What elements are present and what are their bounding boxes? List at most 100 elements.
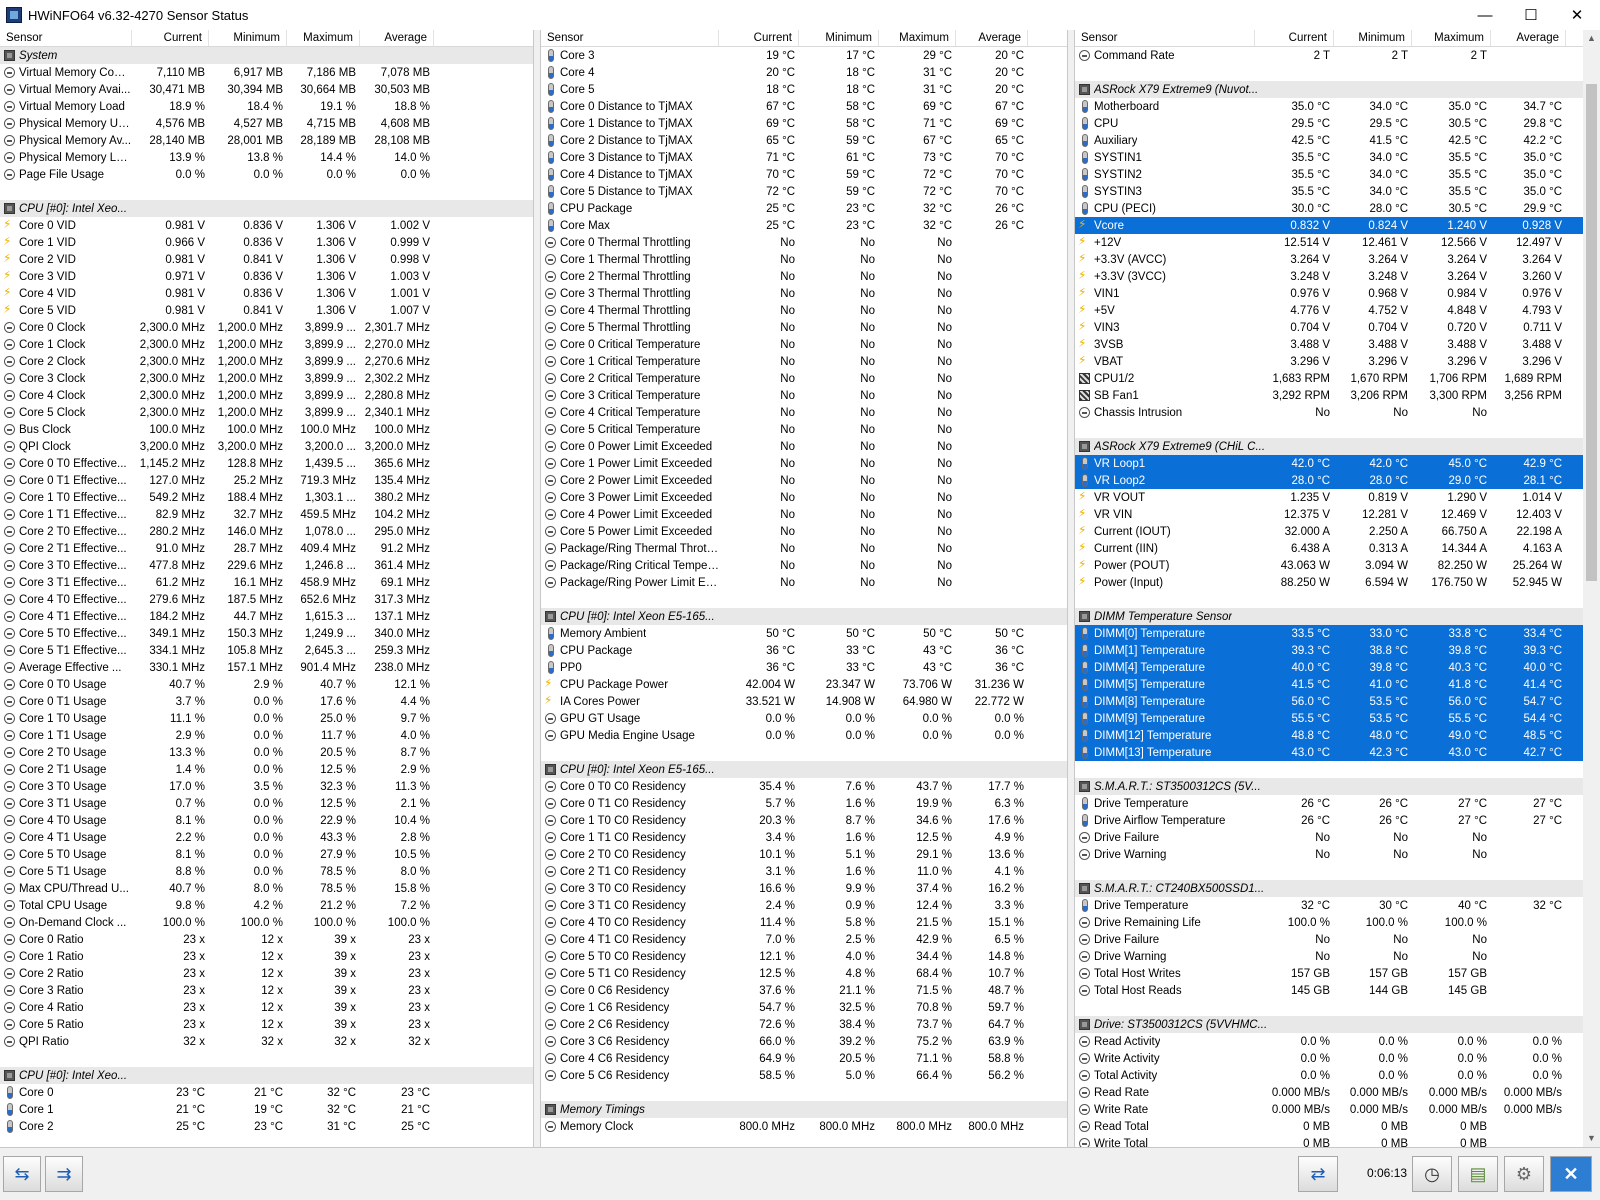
scroll-down-arrow-icon[interactable]: ▼	[1583, 1130, 1600, 1147]
sensor-row[interactable]: PP0 36 °C 33 °C 43 °C 36 °C	[541, 659, 1067, 676]
sensor-row[interactable]: CPU Package 25 °C 23 °C 32 °C 26 °C	[541, 200, 1067, 217]
sensor-group-header[interactable]: CPU [#0]: Intel Xeo...	[0, 1067, 533, 1084]
sensor-row[interactable]: Average Effective ... 330.1 MHz 157.1 MHz 9…	[0, 659, 533, 676]
sensor-row[interactable]: Read Total 0 MB 0 MB 0 MB	[1075, 1118, 1583, 1135]
sensor-row[interactable]: Drive Failure No No No	[1075, 829, 1583, 846]
sensor-row[interactable]: Core 4 VID 0.981 V 0.836 V 1.306 V 1.001 V	[0, 285, 533, 302]
sensor-row[interactable]: Drive Airflow Temperature 26 °C 26 °C 27 °C…	[1075, 812, 1583, 829]
sensor-row[interactable]: Core 0 VID 0.981 V 0.836 V 1.306 V 1.002 V	[0, 217, 533, 234]
sensor-row[interactable]: Core 5 Distance to TjMAX 72 °C 59 °C 72 °C 7…	[541, 183, 1067, 200]
column-header-average[interactable]: Average	[360, 30, 434, 46]
sensor-row[interactable]: Core 0 C6 Residency 37.6 % 21.1 % 71.5 % 48.…	[541, 982, 1067, 999]
sensor-row[interactable]: Core 2 T1 Effective... 91.0 MHz 28.7 MHz 40…	[0, 540, 533, 557]
sensor-row[interactable]: Core 4 T1 C0 Residency 7.0 % 2.5 % 42.9 % 6.…	[541, 931, 1067, 948]
sensor-row[interactable]: Core 2 C6 Residency 72.6 % 38.4 % 73.7 % 64.…	[541, 1016, 1067, 1033]
sensor-row[interactable]: Memory Ambient 50 °C 50 °C 50 °C 50 °C	[541, 625, 1067, 642]
sensor-group-header[interactable]: CPU [#0]: Intel Xeo...	[0, 200, 533, 217]
sensor-row[interactable]: DIMM[8] Temperature 56.0 °C 53.5 °C 56.0 °C…	[1075, 693, 1583, 710]
sensor-row[interactable]: Core 1 Power Limit Exceeded No No No	[541, 455, 1067, 472]
sensor-row[interactable]: Memory Clock 800.0 MHz 800.0 MHz 800.0 MHz 8…	[541, 1118, 1067, 1135]
sensor-row[interactable]: Total CPU Usage 9.8 % 4.2 % 21.2 % 7.2 %	[0, 897, 533, 914]
column-header-average[interactable]: Average	[956, 30, 1028, 46]
sensor-group-header[interactable]: CPU [#0]: Intel Xeon E5-165...	[541, 761, 1067, 778]
sensor-row[interactable]: Core 3 T0 Usage 17.0 % 3.5 % 32.3 % 11.3 %	[0, 778, 533, 795]
close-button[interactable]: ✕	[1550, 1156, 1592, 1192]
sensor-row[interactable]: Core 4 T0 Usage 8.1 % 0.0 % 22.9 % 10.4 %	[0, 812, 533, 829]
sensor-group-header[interactable]: DIMM Temperature Sensor	[1075, 608, 1583, 625]
sensor-row[interactable]: Core 0 23 °C 21 °C 32 °C 23 °C	[0, 1084, 533, 1101]
sensor-row[interactable]: Core 5 T0 Usage 8.1 % 0.0 % 27.9 % 10.5 %	[0, 846, 533, 863]
column-header-minimum[interactable]: Minimum	[209, 30, 287, 46]
column-header-maximum[interactable]: Maximum	[1412, 30, 1491, 46]
column-header-sensor[interactable]: Sensor	[541, 30, 719, 46]
sensor-row[interactable]: GPU GT Usage 0.0 % 0.0 % 0.0 % 0.0 %	[541, 710, 1067, 727]
sensor-row[interactable]: Core 0 T0 C0 Residency 35.4 % 7.6 % 43.7 % 1…	[541, 778, 1067, 795]
minimize-button[interactable]: —	[1462, 0, 1508, 30]
sensor-row[interactable]: Core 3 Thermal Throttling No No No	[541, 285, 1067, 302]
sensor-row[interactable]: DIMM[9] Temperature 55.5 °C 53.5 °C 55.5 °C…	[1075, 710, 1583, 727]
sensor-row[interactable]: Core 0 Power Limit Exceeded No No No	[541, 438, 1067, 455]
sensor-row[interactable]: Core 4 Power Limit Exceeded No No No	[541, 506, 1067, 523]
sensor-row[interactable]: Core 2 Power Limit Exceeded No No No	[541, 472, 1067, 489]
sensor-row[interactable]: Core 2 Critical Temperature No No No	[541, 370, 1067, 387]
sensor-row[interactable]: Motherboard 35.0 °C 34.0 °C 35.0 °C 34.7 °C	[1075, 98, 1583, 115]
sensor-row[interactable]: Read Rate 0.000 MB/s 0.000 MB/s 0.000 MB/s 0…	[1075, 1084, 1583, 1101]
sensor-row[interactable]: CPU (PECI) 30.0 °C 28.0 °C 30.5 °C 29.9 °C	[1075, 200, 1583, 217]
sensor-row[interactable]: Current (IIN) 6.438 A 0.313 A 14.344 A 4.163…	[1075, 540, 1583, 557]
sensor-group-header[interactable]: System	[0, 47, 533, 64]
sensor-row[interactable]: VR Loop2 28.0 °C 28.0 °C 29.0 °C 28.1 °C	[1075, 472, 1583, 489]
sensor-panel-1[interactable]: Sensor Current Minimum Maximum Average System…	[0, 30, 533, 1147]
sensor-row[interactable]: +3.3V (AVCC) 3.264 V 3.264 V 3.264 V 3.264 V	[1075, 251, 1583, 268]
sensor-row[interactable]: Virtual Memory Avai... 30,471 MB 30,394 MB…	[0, 81, 533, 98]
sensor-row[interactable]: Core 1 C6 Residency 54.7 % 32.5 % 70.8 % 59.…	[541, 999, 1067, 1016]
sensor-row[interactable]: Total Host Writes 157 GB 157 GB 157 GB	[1075, 965, 1583, 982]
sensor-row[interactable]: Core 0 T1 Usage 3.7 % 0.0 % 17.6 % 4.4 %	[0, 693, 533, 710]
sensor-row[interactable]: Core 3 Power Limit Exceeded No No No	[541, 489, 1067, 506]
sensor-row[interactable]: Core 1 T1 C0 Residency 3.4 % 1.6 % 12.5 % 4.…	[541, 829, 1067, 846]
nav-forward-button[interactable]: ⇉	[45, 1156, 83, 1192]
sensor-row[interactable]: Core 3 19 °C 17 °C 29 °C 20 °C	[541, 47, 1067, 64]
sensor-row[interactable]: DIMM[4] Temperature 40.0 °C 39.8 °C 40.3 °C…	[1075, 659, 1583, 676]
sensor-row[interactable]: Core 1 Clock 2,300.0 MHz 1,200.0 MHz 3,899.…	[0, 336, 533, 353]
sensor-row[interactable]: Core 3 VID 0.971 V 0.836 V 1.306 V 1.003 V	[0, 268, 533, 285]
sensor-row[interactable]: Core 1 T1 Usage 2.9 % 0.0 % 11.7 % 4.0 %	[0, 727, 533, 744]
sensor-row[interactable]: GPU Media Engine Usage 0.0 % 0.0 % 0.0 % 0.0…	[541, 727, 1067, 744]
sensor-row[interactable]: Current (IOUT) 32.000 A 2.250 A 66.750 A 22.…	[1075, 523, 1583, 540]
sensor-row[interactable]: Drive Remaining Life 100.0 % 100.0 % 100.0 …	[1075, 914, 1583, 931]
sensor-row[interactable]: Core 1 21 °C 19 °C 32 °C 21 °C	[0, 1101, 533, 1118]
nav-back-button[interactable]: ⇆	[3, 1156, 41, 1192]
sensor-row[interactable]: CPU 29.5 °C 29.5 °C 30.5 °C 29.8 °C	[1075, 115, 1583, 132]
sensor-row[interactable]: Core 1 T0 Effective... 549.2 MHz 188.4 MHz…	[0, 489, 533, 506]
sensor-row[interactable]: Core 0 Clock 2,300.0 MHz 1,200.0 MHz 3,899.…	[0, 319, 533, 336]
sensor-row[interactable]: Core 3 Ratio 23 x 12 x 39 x 23 x	[0, 982, 533, 999]
sensor-row[interactable]: Core 3 T1 C0 Residency 2.4 % 0.9 % 12.4 % 3.…	[541, 897, 1067, 914]
sensor-row[interactable]: Max CPU/Thread U... 40.7 % 8.0 % 78.5 % 15.8…	[0, 880, 533, 897]
sensor-row[interactable]: Drive Temperature 32 °C 30 °C 40 °C 32 °C	[1075, 897, 1583, 914]
sensor-panel-2[interactable]: Sensor Current Minimum Maximum Average Core 3…	[541, 30, 1067, 1147]
sensor-row[interactable]: Vcore 0.832 V 0.824 V 1.240 V 0.928 V	[1075, 217, 1583, 234]
sensor-row[interactable]: CPU Package Power 42.004 W 23.347 W 73.706 …	[541, 676, 1067, 693]
sensor-row[interactable]: Page File Usage 0.0 % 0.0 % 0.0 % 0.0 %	[0, 166, 533, 183]
sensor-row[interactable]: Core 5 T1 Usage 8.8 % 0.0 % 78.5 % 8.0 %	[0, 863, 533, 880]
sensor-row[interactable]: 3VSB 3.488 V 3.488 V 3.488 V 3.488 V	[1075, 336, 1583, 353]
sensor-row[interactable]: Core 2 T1 C0 Residency 3.1 % 1.6 % 11.0 % 4.…	[541, 863, 1067, 880]
sensor-row[interactable]: Package/Ring Power Limit Exc... No No No	[541, 574, 1067, 591]
sensor-row[interactable]: QPI Clock 3,200.0 MHz 3,200.0 MHz 3,200.0 .…	[0, 438, 533, 455]
sensor-row[interactable]: Physical Memory Load 13.9 % 13.8 % 14.4 % 14…	[0, 149, 533, 166]
sensor-row[interactable]: Core 5 VID 0.981 V 0.841 V 1.306 V 1.007 V	[0, 302, 533, 319]
sensor-row[interactable]: Core 0 T0 Usage 40.7 % 2.9 % 40.7 % 12.1 %	[0, 676, 533, 693]
sensor-row[interactable]: Core 2 T0 Effective... 280.2 MHz 146.0 MHz…	[0, 523, 533, 540]
sensor-row[interactable]: CPU Package 36 °C 33 °C 43 °C 36 °C	[541, 642, 1067, 659]
sensor-row[interactable]: +12V 12.514 V 12.461 V 12.566 V 12.497 V	[1075, 234, 1583, 251]
sensor-row[interactable]: Chassis Intrusion No No No	[1075, 404, 1583, 421]
sensor-row[interactable]: Core 5 T1 C0 Residency 12.5 % 4.8 % 68.4 % 1…	[541, 965, 1067, 982]
sensor-group-header[interactable]: CPU [#0]: Intel Xeon E5-165...	[541, 608, 1067, 625]
vertical-scrollbar[interactable]: ▲ ▼	[1583, 30, 1600, 1147]
sensor-row[interactable]: Core 0 T1 C0 Residency 5.7 % 1.6 % 19.9 % 6.…	[541, 795, 1067, 812]
sensor-row[interactable]: Core 0 Critical Temperature No No No	[541, 336, 1067, 353]
sensor-group-header[interactable]: Memory Timings	[541, 1101, 1067, 1118]
sensor-row[interactable]: On-Demand Clock ... 100.0 % 100.0 % 100.0 %…	[0, 914, 533, 931]
column-header-average[interactable]: Average	[1491, 30, 1566, 46]
sensor-row[interactable]: DIMM[5] Temperature 41.5 °C 41.0 °C 41.8 °C…	[1075, 676, 1583, 693]
sensor-row[interactable]: Write Total 0 MB 0 MB 0 MB	[1075, 1135, 1583, 1147]
